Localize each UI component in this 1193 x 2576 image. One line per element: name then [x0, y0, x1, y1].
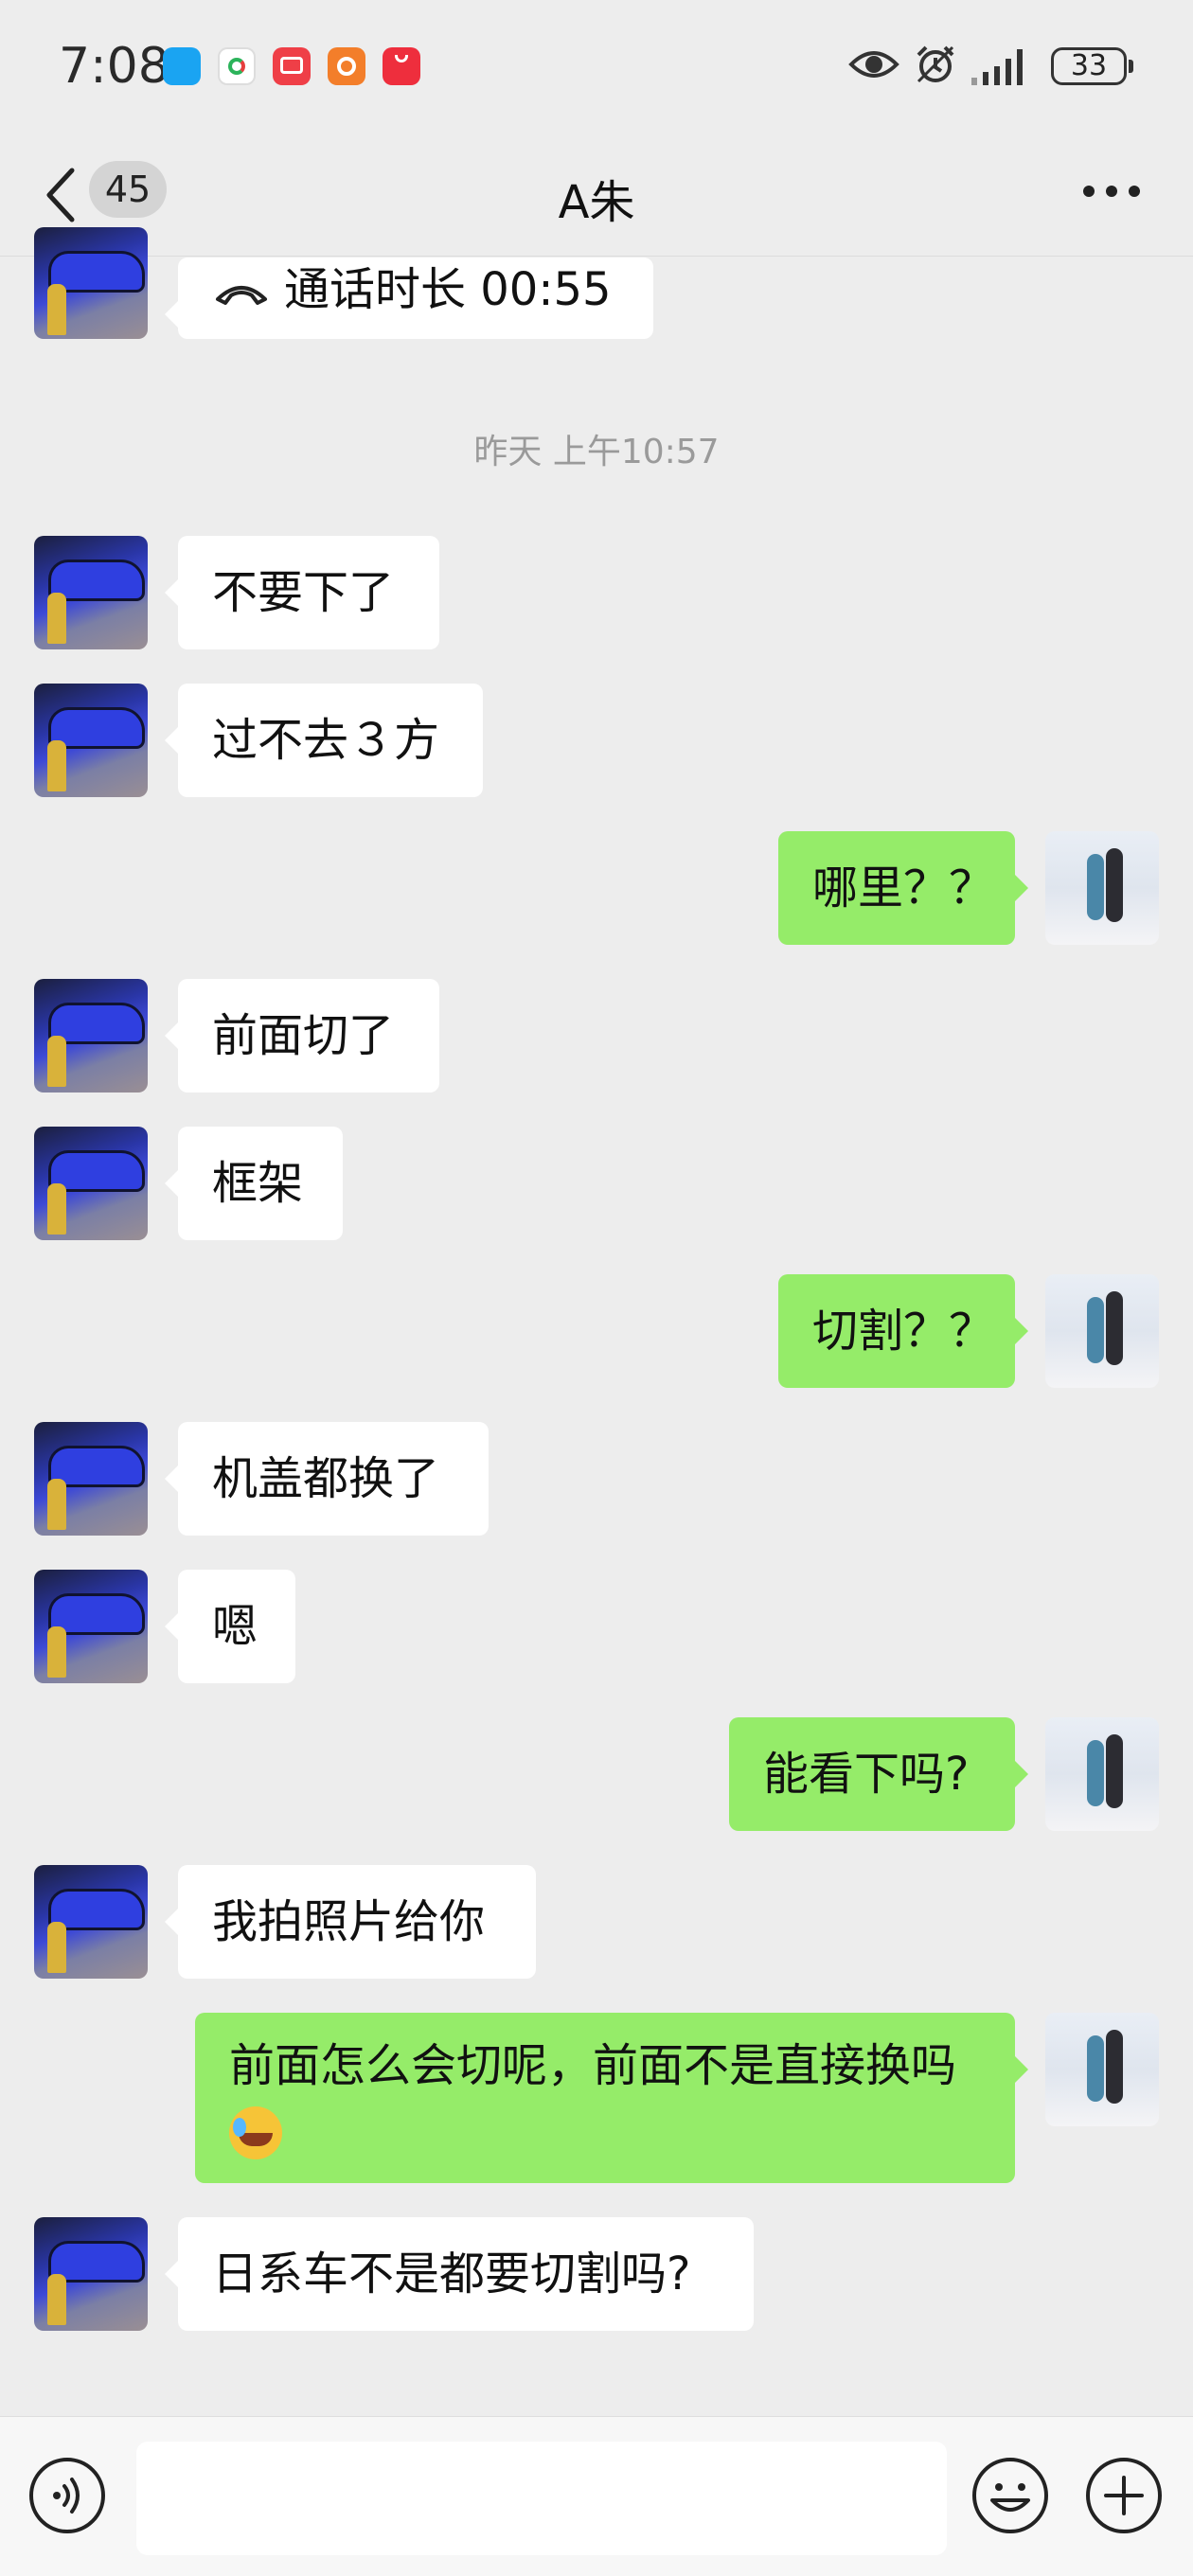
outgoing-message[interactable]: 切割？？ [778, 1274, 1028, 1388]
home-app-icon [328, 47, 365, 85]
message-text: 哪里？？ [812, 862, 995, 915]
outgoing-message[interactable]: 哪里？？ [778, 831, 1028, 945]
incoming-message[interactable]: 日系车不是都要切割吗? [165, 2217, 754, 2331]
outgoing-message[interactable]: 能看下吗? [729, 1717, 1028, 1831]
contact-avatar[interactable] [34, 1127, 148, 1240]
plus-icon[interactable] [1085, 2457, 1163, 2534]
input-bar [0, 2416, 1193, 2576]
eye-comfort-icon [848, 51, 899, 78]
outgoing-message[interactable]: 前面怎么会切呢，前面不是直接换吗 [195, 2013, 1028, 2183]
message-text: 机盖都换了 [212, 1452, 440, 1505]
incoming-message[interactable]: 机盖都换了 [165, 1422, 489, 1536]
message-text: 不要下了 [212, 566, 395, 619]
incoming-message[interactable]: 前面切了 [165, 979, 439, 1093]
call-record-bubble[interactable]: 通话时长 00:55 [165, 258, 653, 339]
my-avatar[interactable] [1045, 831, 1159, 945]
more-icon[interactable] [1083, 186, 1140, 201]
contact-avatar[interactable] [34, 1570, 148, 1683]
chat-header: 45 A朱 [0, 133, 1193, 257]
signal-icon [971, 49, 1023, 85]
incoming-message[interactable]: 我拍照片给你 [165, 1865, 536, 1979]
contact-avatar[interactable] [34, 536, 148, 649]
message-text: 前面切了 [212, 1009, 395, 1062]
message-text: 过不去３方 [212, 714, 440, 767]
message-text: 我拍照片给你 [212, 1895, 486, 1948]
message-input[interactable] [136, 2442, 947, 2555]
incoming-message[interactable]: 过不去３方 [165, 684, 483, 797]
messages-icon [163, 47, 201, 85]
contact-avatar[interactable] [34, 227, 148, 339]
contact-avatar[interactable] [34, 2217, 148, 2331]
email-icon [273, 47, 311, 85]
message-text: 能看下吗? [763, 1748, 970, 1801]
call-duration-text: 通话时长 00:55 [284, 263, 612, 316]
my-avatar[interactable] [1045, 2013, 1159, 2126]
mobile-app-icon [218, 47, 256, 85]
contact-avatar[interactable] [34, 1865, 148, 1979]
contact-avatar[interactable] [34, 1422, 148, 1536]
message-text: 前面怎么会切呢，前面不是直接换吗 [229, 2039, 957, 2092]
status-bar: 7:08 33 [0, 0, 1193, 133]
crying-laughing-emoji-icon [229, 2106, 282, 2159]
my-avatar[interactable] [1045, 1717, 1159, 1831]
my-avatar[interactable] [1045, 1274, 1159, 1388]
battery-icon: 33 [1051, 47, 1133, 85]
message-text: 嗯 [212, 1600, 258, 1653]
message-text: 框架 [212, 1157, 304, 1210]
message-text: 日系车不是都要切割吗? [212, 2247, 691, 2301]
contact-avatar[interactable] [34, 684, 148, 797]
alarm-icon [917, 45, 954, 83]
contact-name: A朱 [558, 176, 635, 229]
message-text: 切割？？ [812, 1305, 995, 1358]
status-time: 7:08 [59, 38, 169, 95]
incoming-message[interactable]: 不要下了 [165, 536, 439, 649]
phone-hangup-icon [216, 286, 267, 305]
incoming-message[interactable]: 嗯 [165, 1570, 295, 1683]
message-timestamp: 昨天 上午10:57 [473, 433, 720, 471]
incoming-message[interactable]: 框架 [165, 1127, 343, 1240]
voice-icon[interactable] [28, 2457, 106, 2534]
appgallery-icon [383, 47, 420, 85]
contact-avatar[interactable] [34, 979, 148, 1093]
emoji-icon[interactable] [971, 2457, 1049, 2534]
